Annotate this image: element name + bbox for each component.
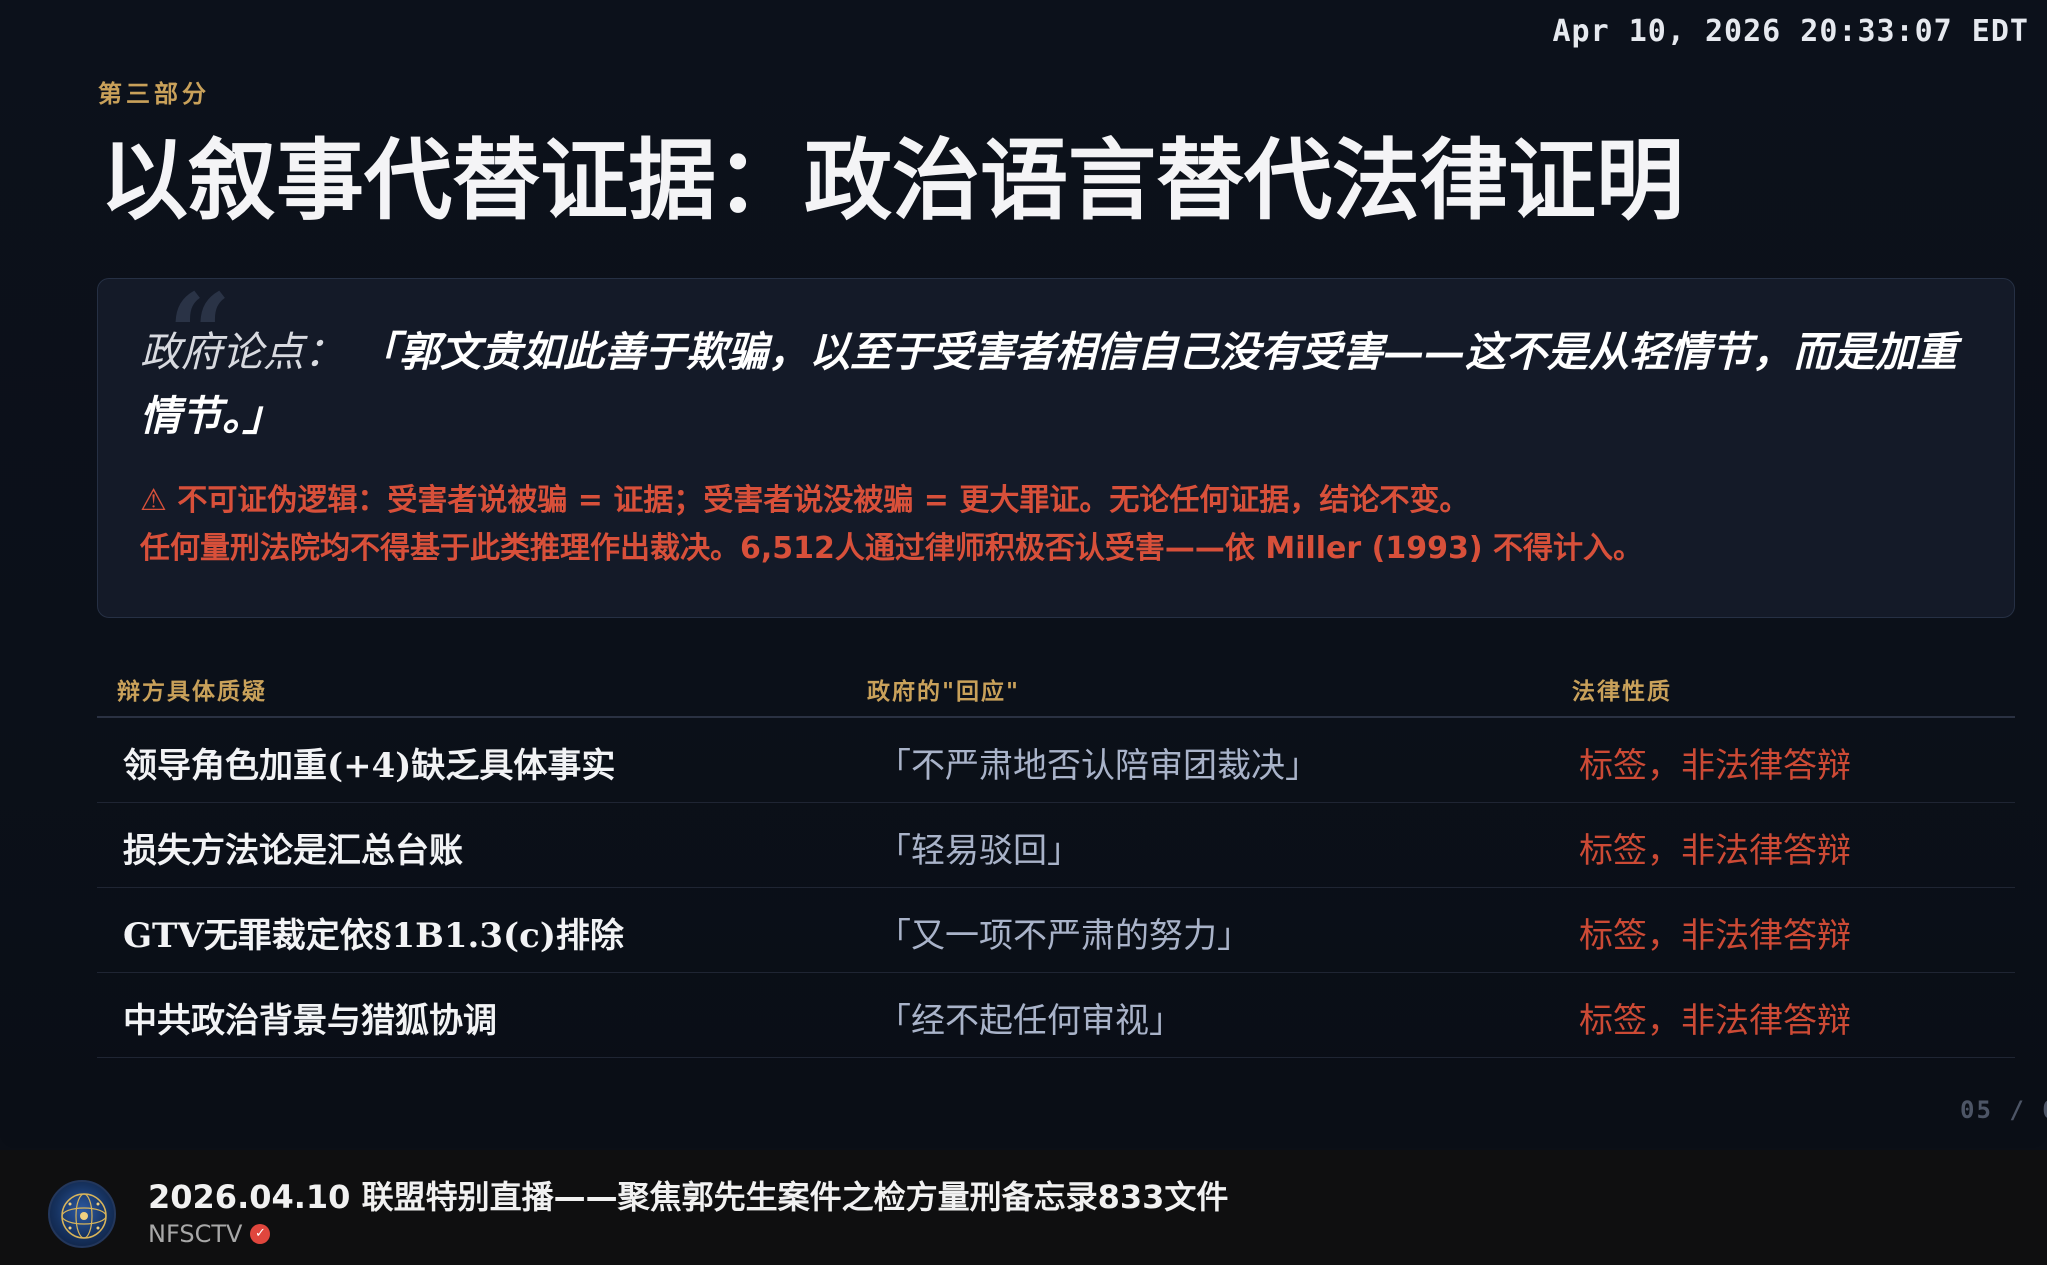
- table-row: GTV无罪裁定依§1B1.3(c)排除 「又一项不严肃的努力」 标签，非法律答辩: [97, 888, 2015, 973]
- video-frame[interactable]: Apr 10, 2026 20:33:07 EDT 第三部分 以叙事代替证据：政…: [0, 0, 2047, 1148]
- column-header-defense-challenge: 辩方具体质疑: [117, 679, 267, 705]
- government-response-cell: 「经不起任何审视」: [877, 1001, 1183, 1041]
- legal-nature-cell: 标签，非法律答辩: [1579, 746, 1851, 786]
- unfalsifiable-logic-warning: ⚠ 不可证伪逻辑：受害者说被骗 = 证据；受害者说没被骗 = 更大罪证。无论任何…: [140, 477, 2000, 573]
- warning-line-1: ⚠ 不可证伪逻辑：受害者说被骗 = 证据；受害者说没被骗 = 更大罪证。无论任何…: [140, 483, 1470, 518]
- government-response-cell: 「又一项不严肃的努力」: [877, 916, 1251, 956]
- timestamp-overlay: Apr 10, 2026 20:33:07 EDT: [1552, 14, 2029, 49]
- quote-label: 政府论点：: [140, 328, 345, 376]
- government-response-cell: 「不严肃地否认陪审团裁决」: [877, 746, 1319, 786]
- column-header-legal-nature: 法律性质: [1572, 679, 1672, 705]
- defense-challenge-cell: 损失方法论是汇总台账: [123, 831, 463, 871]
- legal-nature-cell: 标签，非法律答辩: [1579, 1001, 1851, 1041]
- defense-challenge-cell: 中共政治背景与猎狐协调: [123, 1001, 497, 1041]
- defense-challenge-cell: GTV无罪裁定依§1B1.3(c)排除: [123, 916, 624, 956]
- channel-name-row[interactable]: NFSCTV ✓: [148, 1220, 271, 1248]
- column-header-government-response: 政府的"回应": [867, 679, 1020, 705]
- globe-icon: [61, 1193, 107, 1239]
- video-title[interactable]: 2026.04.10 联盟特别直播——聚焦郭先生案件之检方量刑备忘录833文件: [148, 1172, 1228, 1218]
- video-info-bar: 2026.04.10 联盟特别直播——聚焦郭先生案件之检方量刑备忘录833文件 …: [0, 1150, 2047, 1265]
- table-row: 中共政治背景与猎狐协调 「经不起任何审视」 标签，非法律答辩: [97, 973, 2015, 1058]
- government-argument-quote: 政府论点： 「郭文贵如此善于欺骗，以至于受害者相信自己没有受害——这不是从轻情节…: [140, 321, 1980, 448]
- section-kicker: 第三部分: [98, 80, 210, 108]
- slide-page-number: 05 / 09: [1960, 1096, 2047, 1124]
- verified-icon: ✓: [250, 1224, 271, 1244]
- government-response-cell: 「轻易驳回」: [877, 831, 1081, 871]
- legal-nature-cell: 标签，非法律答辩: [1579, 916, 1851, 956]
- table-header: 辩方具体质疑 政府的"回应" 法律性质: [97, 662, 2015, 718]
- legal-nature-cell: 标签，非法律答辩: [1579, 831, 1851, 871]
- government-argument-box: “ 政府论点： 「郭文贵如此善于欺骗，以至于受害者相信自己没有受害——这不是从轻…: [97, 278, 2015, 618]
- channel-avatar[interactable]: [48, 1180, 116, 1248]
- warning-line-2: 任何量刑法院均不得基于此类推理作出裁决。6,512人通过律师积极否认受害——依 …: [140, 531, 1643, 566]
- defense-challenge-cell: 领导角色加重(+4)缺乏具体事实: [123, 746, 616, 786]
- table-row: 领导角色加重(+4)缺乏具体事实 「不严肃地否认陪审团裁决」 标签，非法律答辩: [97, 718, 2015, 803]
- channel-name[interactable]: NFSCTV: [148, 1220, 242, 1248]
- quote-body: 「郭文贵如此善于欺骗，以至于受害者相信自己没有受害——这不是从轻情节，而是加重情…: [140, 328, 1958, 440]
- table-row: 损失方法论是汇总台账 「轻易驳回」 标签，非法律答辩: [97, 803, 2015, 888]
- slide-title: 以叙事代替证据：政治语言替代法律证明: [100, 128, 1685, 232]
- defense-challenges-table: 辩方具体质疑 政府的"回应" 法律性质 领导角色加重(+4)缺乏具体事实 「不严…: [97, 662, 2015, 1058]
